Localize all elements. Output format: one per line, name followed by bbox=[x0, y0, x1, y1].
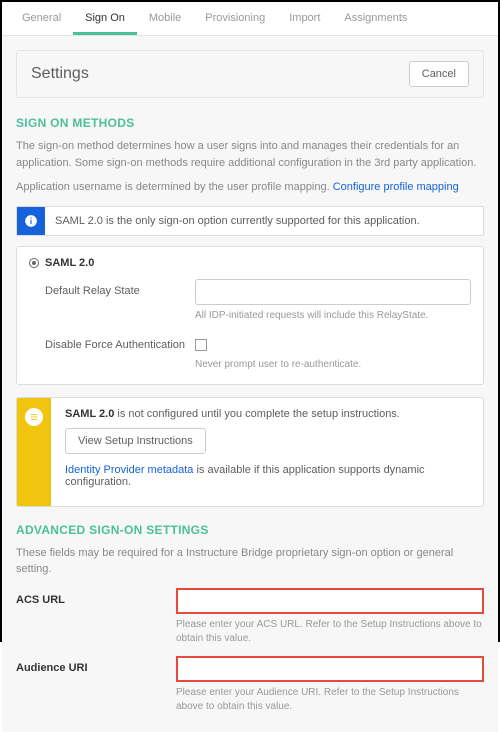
section-title-advanced: ADVANCED SIGN-ON SETTINGS bbox=[16, 523, 484, 537]
list-icon bbox=[25, 408, 43, 426]
configure-profile-mapping-link[interactable]: Configure profile mapping bbox=[333, 181, 459, 193]
setup-bold: SAML 2.0 bbox=[65, 408, 114, 420]
info-banner-text: SAML 2.0 is the only sign-on option curr… bbox=[45, 215, 430, 227]
tab-assignments[interactable]: Assignments bbox=[332, 2, 419, 35]
audience-uri-row: Audience URI Please enter your Audience … bbox=[16, 656, 484, 714]
audience-uri-label: Audience URI bbox=[16, 656, 176, 674]
default-relay-state-row: Default Relay State All IDP-initiated re… bbox=[29, 279, 471, 323]
disable-force-auth-row: Disable Force Authentication Never promp… bbox=[29, 333, 471, 372]
tab-sign-on[interactable]: Sign On bbox=[73, 2, 137, 35]
profile-mapping-text: Application username is determined by th… bbox=[16, 181, 333, 193]
page-title: Settings bbox=[31, 65, 89, 83]
settings-header: Settings Cancel bbox=[16, 50, 484, 98]
tab-provisioning[interactable]: Provisioning bbox=[193, 2, 277, 35]
default-relay-state-input[interactable] bbox=[195, 279, 471, 305]
advanced-desc: These fields may be required for a Instr… bbox=[16, 545, 484, 578]
saml-radio-row[interactable]: SAML 2.0 bbox=[29, 257, 471, 269]
audience-uri-hint: Please enter your Audience URI. Refer to… bbox=[176, 686, 484, 714]
audience-uri-input[interactable] bbox=[176, 656, 484, 682]
radio-selected-icon bbox=[29, 258, 39, 268]
saml-panel: SAML 2.0 Default Relay State All IDP-ini… bbox=[16, 246, 484, 385]
advanced-sign-on-section: ADVANCED SIGN-ON SETTINGS These fields m… bbox=[16, 523, 484, 714]
info-icon bbox=[17, 207, 45, 235]
disable-force-auth-label: Disable Force Authentication bbox=[45, 333, 195, 351]
acs-url-input[interactable] bbox=[176, 588, 484, 614]
tab-import[interactable]: Import bbox=[277, 2, 332, 35]
sign-on-methods-desc2: Application username is determined by th… bbox=[16, 179, 484, 196]
tab-bar: General Sign On Mobile Provisioning Impo… bbox=[2, 2, 498, 36]
acs-url-hint: Please enter your ACS URL. Refer to the … bbox=[176, 618, 484, 646]
idp-metadata-text: Identity Provider metadata is available … bbox=[65, 464, 469, 488]
saml-radio-label: SAML 2.0 bbox=[45, 257, 94, 269]
default-relay-state-hint: All IDP-initiated requests will include … bbox=[195, 309, 471, 323]
sign-on-methods-desc: The sign-on method determines how a user… bbox=[16, 138, 484, 171]
info-banner: SAML 2.0 is the only sign-on option curr… bbox=[16, 206, 484, 236]
tab-mobile[interactable]: Mobile bbox=[137, 2, 193, 35]
sign-on-methods-section: SIGN ON METHODS The sign-on method deter… bbox=[16, 116, 484, 507]
setup-panel: SAML 2.0 is not configured until you com… bbox=[16, 397, 484, 507]
tab-general[interactable]: General bbox=[10, 2, 73, 35]
section-title-sign-on-methods: SIGN ON METHODS bbox=[16, 116, 484, 130]
disable-force-auth-checkbox[interactable] bbox=[195, 339, 207, 351]
view-setup-instructions-button[interactable]: View Setup Instructions bbox=[65, 428, 206, 454]
setup-rest: is not configured until you complete the… bbox=[114, 408, 400, 420]
disable-force-auth-hint: Never prompt user to re-authenticate. bbox=[195, 358, 471, 372]
idp-metadata-link[interactable]: Identity Provider metadata bbox=[65, 464, 193, 476]
acs-url-row: ACS URL Please enter your ACS URL. Refer… bbox=[16, 588, 484, 646]
setup-text: SAML 2.0 is not configured until you com… bbox=[65, 408, 469, 420]
default-relay-state-label: Default Relay State bbox=[45, 279, 195, 297]
acs-url-label: ACS URL bbox=[16, 588, 176, 606]
cancel-button[interactable]: Cancel bbox=[409, 61, 469, 87]
setup-warning-bar bbox=[17, 398, 51, 506]
